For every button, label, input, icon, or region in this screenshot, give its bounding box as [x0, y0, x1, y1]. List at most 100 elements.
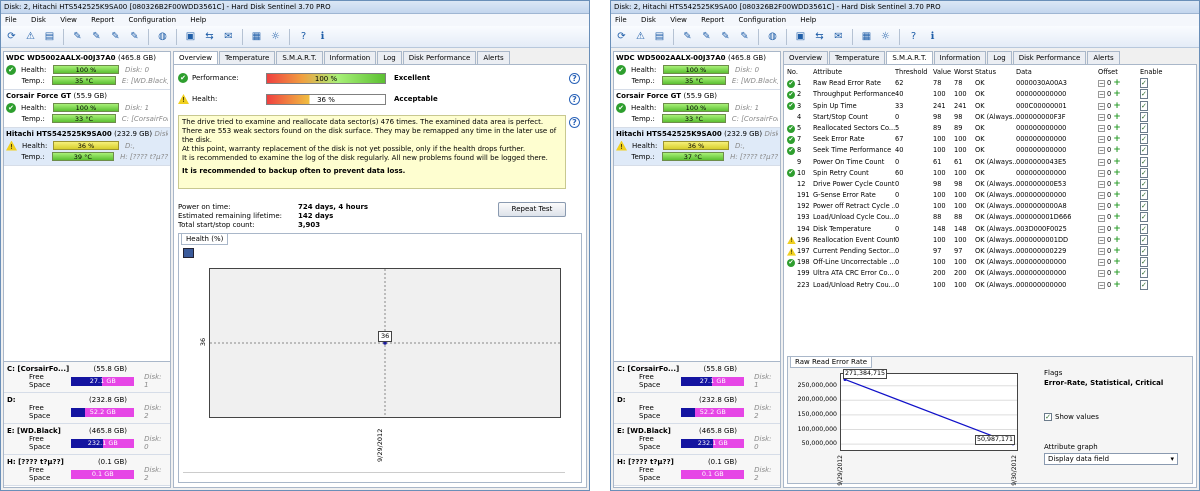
- table-row[interactable]: ✔ 1 Raw Read Error Rate 62 78 78 OK 0000030A00A…: [787, 78, 1193, 89]
- volume-item[interactable]: H: [???? t?µ??] (0.1 GB) Free Space 0.1 GB…: [614, 455, 780, 486]
- enable-checkbox[interactable]: ✓: [1140, 223, 1148, 234]
- send-icon[interactable]: ✉: [220, 28, 237, 45]
- plus-icon[interactable]: +: [1113, 78, 1121, 89]
- repeat-test-button[interactable]: Repeat Test: [498, 202, 566, 217]
- menu-report[interactable]: Report: [701, 16, 724, 24]
- volume-item[interactable]: D: (232.8 GB) Free Space 52.2 GB Disk: 2: [4, 393, 170, 424]
- volume-item[interactable]: E: [WD.Black] (465.8 GB) Free Space 232.1 …: [4, 424, 170, 455]
- extended-test-icon[interactable]: ✎: [126, 28, 143, 45]
- table-row[interactable]: ✔ 10 Spin Retry Count 60 100 100 OK 00000000000…: [787, 167, 1193, 179]
- minus-icon[interactable]: −: [1098, 113, 1105, 121]
- volume-item[interactable]: D: (232.8 GB) Free Space 52.2 GB Disk: 2: [614, 393, 780, 424]
- tab-disk-performance[interactable]: Disk Performance: [402, 51, 477, 64]
- alert-icon[interactable]: ⚠: [22, 28, 39, 45]
- tab-information[interactable]: Information: [323, 51, 377, 64]
- tab-log[interactable]: Log: [377, 51, 402, 64]
- minus-icon[interactable]: −: [1098, 125, 1105, 133]
- help-icon[interactable]: ?: [569, 94, 580, 105]
- menu-report[interactable]: Report: [91, 16, 114, 24]
- menu-view[interactable]: View: [670, 16, 687, 24]
- enable-checkbox[interactable]: ✓: [1140, 122, 1148, 133]
- short-test-icon[interactable]: ✎: [717, 28, 734, 45]
- help-icon[interactable]: ?: [905, 28, 922, 45]
- table-row[interactable]: ! 197 Current Pending Sector... 0 97 97 OK (Al…: [787, 246, 1193, 257]
- volume-item[interactable]: C: [CorsairFo...] (55.8 GB) Free Space 27.…: [614, 362, 780, 393]
- table-row[interactable]: ✔ 198 Off-Line Uncorrectable ... 0 100 100 OK …: [787, 257, 1193, 268]
- disk-item[interactable]: WDC WD5002AALX-00J37A0 (465.8 GB) ✔ Healt…: [614, 52, 780, 90]
- menu-help[interactable]: Help: [190, 16, 206, 24]
- horizontal-scrollbar[interactable]: [183, 472, 565, 480]
- globe-icon[interactable]: ◍: [764, 28, 781, 45]
- minus-icon[interactable]: −: [1098, 270, 1105, 278]
- surface-test-icon[interactable]: ✎: [88, 28, 105, 45]
- disk-test-icon[interactable]: ✎: [69, 28, 86, 45]
- plus-icon[interactable]: +: [1113, 145, 1121, 156]
- tab-alerts[interactable]: Alerts: [1087, 51, 1120, 64]
- minus-icon[interactable]: −: [1098, 102, 1105, 110]
- enable-checkbox[interactable]: ✓: [1140, 268, 1148, 279]
- enable-checkbox[interactable]: ✓: [1140, 234, 1148, 245]
- table-row[interactable]: 193 Load/Unload Cycle Cou... 0 88 88 OK (Alwa…: [787, 212, 1193, 223]
- minus-icon[interactable]: −: [1098, 259, 1105, 267]
- report-icon[interactable]: ▤: [41, 28, 58, 45]
- menu-view[interactable]: View: [60, 16, 77, 24]
- minus-icon[interactable]: −: [1098, 214, 1105, 222]
- help-icon[interactable]: ?: [569, 73, 580, 84]
- volume-item[interactable]: H: [???? t?µ??] (0.1 GB) Free Space 0.1 GB…: [4, 455, 170, 486]
- refresh-icon[interactable]: ⟳: [613, 28, 630, 45]
- enable-checkbox[interactable]: ✓: [1140, 190, 1148, 201]
- show-values-checkbox[interactable]: ✓: [1044, 413, 1052, 421]
- tab-overview[interactable]: Overview: [783, 51, 828, 64]
- table-row[interactable]: ! 196 Reallocation Event Count 0 100 100 OK (A…: [787, 234, 1193, 246]
- send-icon[interactable]: ✉: [830, 28, 847, 45]
- menu-configuration[interactable]: Configuration: [739, 16, 786, 24]
- enable-checkbox[interactable]: ✓: [1140, 167, 1148, 178]
- tab-alerts[interactable]: Alerts: [477, 51, 510, 64]
- minus-icon[interactable]: −: [1098, 91, 1105, 99]
- help-icon[interactable]: ?: [295, 28, 312, 45]
- minus-icon[interactable]: −: [1098, 158, 1105, 166]
- tab-disk-performance[interactable]: Disk Performance: [1012, 51, 1087, 64]
- settings-icon[interactable]: ☼: [267, 28, 284, 45]
- plus-icon[interactable]: +: [1113, 212, 1121, 223]
- minus-icon[interactable]: −: [1098, 203, 1105, 211]
- tab-temperature[interactable]: Temperature: [218, 51, 276, 64]
- graph-tab[interactable]: Raw Read Error Rate: [790, 356, 873, 368]
- sync-icon[interactable]: ⇆: [201, 28, 218, 45]
- sync-icon[interactable]: ⇆: [811, 28, 828, 45]
- minus-icon[interactable]: −: [1098, 180, 1105, 188]
- plus-icon[interactable]: +: [1113, 157, 1121, 168]
- show-values-row[interactable]: ✓ Show values: [1044, 413, 1099, 421]
- graph-tab[interactable]: Health (%): [181, 233, 229, 245]
- plus-icon[interactable]: +: [1113, 168, 1121, 179]
- extended-test-icon[interactable]: ✎: [736, 28, 753, 45]
- globe-icon[interactable]: ◍: [154, 28, 171, 45]
- table-row[interactable]: 4 Start/Stop Count 0 98 98 OK (Always... 00000…: [787, 111, 1193, 123]
- info-icon[interactable]: ℹ: [924, 28, 941, 45]
- info-icon[interactable]: ℹ: [314, 28, 331, 45]
- disk-item-selected[interactable]: Hitachi HTS542525K9SA00 (232.9 GB) Disk:…: [614, 128, 780, 166]
- monitor-icon[interactable]: ▦: [248, 28, 265, 45]
- save-icon[interactable]: [183, 248, 194, 258]
- enable-checkbox[interactable]: ✓: [1140, 89, 1148, 100]
- disk-item[interactable]: Corsair Force GT (55.9 GB) ✔ Health: 100 %…: [4, 90, 170, 128]
- tab-temperature[interactable]: Temperature: [828, 51, 886, 64]
- volume-item[interactable]: C: [CorsairFo...] (55.8 GB) Free Space 27.…: [4, 362, 170, 393]
- disk-item[interactable]: Corsair Force GT (55.9 GB) ✔ Health: 100 %…: [614, 90, 780, 128]
- table-row[interactable]: 223 Load/Unload Retry Cou... 0 100 100 OK (Al…: [787, 279, 1193, 291]
- disk-item-selected[interactable]: Hitachi HTS542525K9SA00 (232.9 GB) Disk:…: [4, 128, 170, 166]
- alert-icon[interactable]: ⚠: [632, 28, 649, 45]
- table-row[interactable]: 9 Power On Time Count 0 61 61 OK (Always... 00…: [787, 156, 1193, 168]
- enable-checkbox[interactable]: ✓: [1140, 111, 1148, 122]
- plus-icon[interactable]: +: [1113, 134, 1121, 145]
- minus-icon[interactable]: −: [1098, 147, 1105, 155]
- plus-icon[interactable]: +: [1113, 280, 1121, 291]
- enable-checkbox[interactable]: ✓: [1140, 201, 1148, 212]
- minus-icon[interactable]: −: [1098, 225, 1105, 233]
- plus-icon[interactable]: +: [1113, 268, 1121, 279]
- menu-file[interactable]: File: [5, 16, 17, 24]
- enable-checkbox[interactable]: ✓: [1140, 134, 1148, 145]
- tab-log[interactable]: Log: [987, 51, 1012, 64]
- plus-icon[interactable]: +: [1113, 235, 1121, 246]
- help-icon[interactable]: ?: [569, 117, 580, 128]
